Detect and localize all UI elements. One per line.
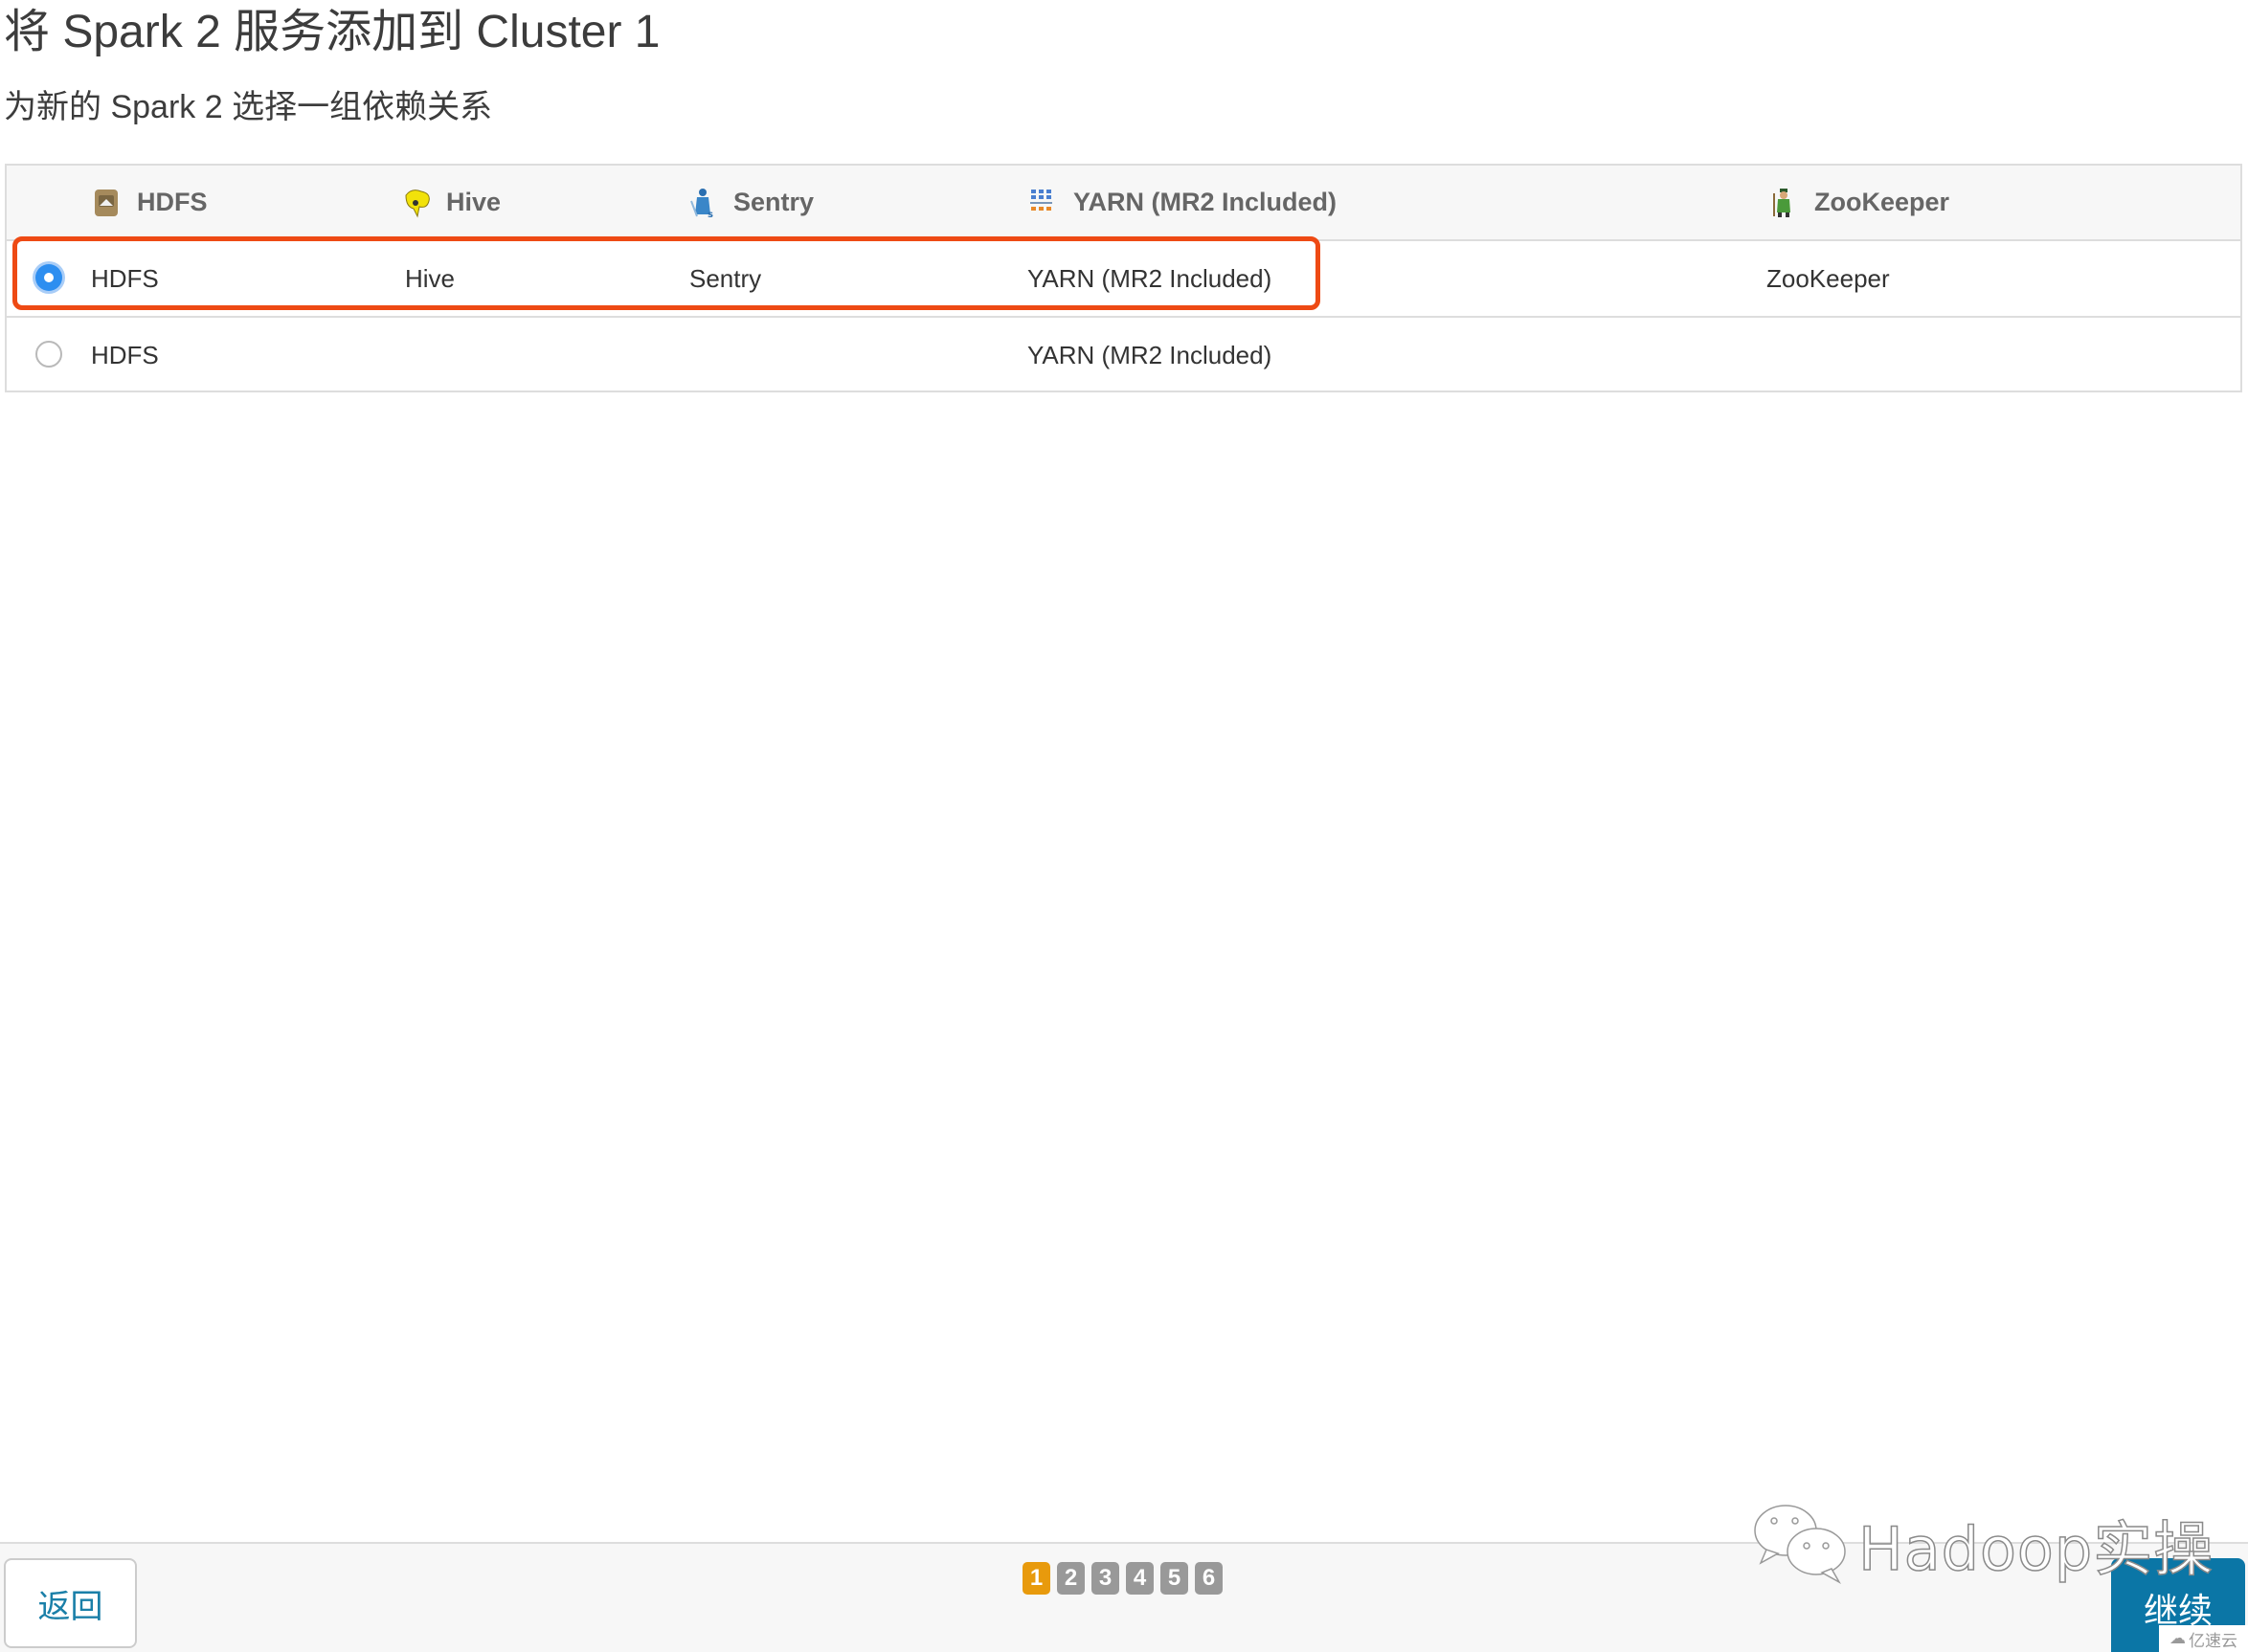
svg-text:s: s xyxy=(708,210,713,218)
page-step-5[interactable]: 5 xyxy=(1160,1562,1188,1595)
wizard-step-pager: 1 2 3 4 5 6 xyxy=(1023,1562,1223,1595)
sentry-icon: s xyxy=(689,188,716,220)
table-row[interactable]: HDFS Hive Sentry YARN (MR2 Included) Zoo… xyxy=(7,241,2240,318)
column-header-hdfs: HDFS xyxy=(93,166,208,239)
column-header-sentry: s Sentry xyxy=(689,166,814,239)
cell-hdfs: HDFS xyxy=(91,263,159,293)
page-step-3[interactable]: 3 xyxy=(1091,1562,1119,1595)
dependency-table: HDFS Hive s Sentry YARN (MR2 Included) Z… xyxy=(5,164,2242,392)
page-step-6[interactable]: 6 xyxy=(1195,1562,1223,1595)
column-header-label: YARN (MR2 Included) xyxy=(1073,188,1338,216)
column-header-yarn: YARN (MR2 Included) xyxy=(1029,166,1337,239)
dependency-radio[interactable] xyxy=(35,341,62,368)
column-header-hive: Hive xyxy=(402,166,501,239)
table-row[interactable]: HDFS YARN (MR2 Included) xyxy=(7,318,2240,394)
page-step-4[interactable]: 4 xyxy=(1126,1562,1154,1595)
yarn-icon xyxy=(1029,188,1056,218)
page-subtitle: 为新的 Spark 2 选择一组依赖关系 xyxy=(4,89,493,125)
table-header: HDFS Hive s Sentry YARN (MR2 Included) Z… xyxy=(7,166,2240,241)
cell-zookeeper: ZooKeeper xyxy=(1766,263,1890,293)
column-header-label: HDFS xyxy=(137,188,208,216)
column-header-label: Hive xyxy=(446,188,502,216)
corner-watermark: ☁ 亿速云 xyxy=(2159,1625,2248,1652)
column-header-label: Sentry xyxy=(733,188,815,216)
hive-icon xyxy=(402,188,430,218)
cell-hdfs: HDFS xyxy=(91,340,159,369)
corner-watermark-text: 亿速云 xyxy=(2189,1631,2237,1650)
page-step-1[interactable]: 1 xyxy=(1023,1562,1050,1595)
zookeeper-icon xyxy=(1770,188,1797,218)
column-header-zookeeper: ZooKeeper xyxy=(1770,166,1949,239)
cell-hive: Hive xyxy=(405,263,456,293)
cell-yarn: YARN (MR2 Included) xyxy=(1027,263,1272,293)
back-button[interactable]: 返回 xyxy=(4,1558,137,1648)
cloud-icon: ☁ xyxy=(2169,1629,2186,1647)
wizard-footer xyxy=(0,1542,2248,1652)
cell-yarn: YARN (MR2 Included) xyxy=(1027,340,1272,369)
dependency-radio-selected[interactable] xyxy=(35,264,62,291)
page-step-2[interactable]: 2 xyxy=(1057,1562,1085,1595)
hdfs-icon xyxy=(93,188,120,218)
page-title: 将 Spark 2 服务添加到 Cluster 1 xyxy=(4,7,661,57)
column-header-label: ZooKeeper xyxy=(1814,188,1950,216)
cell-sentry: Sentry xyxy=(689,263,762,293)
